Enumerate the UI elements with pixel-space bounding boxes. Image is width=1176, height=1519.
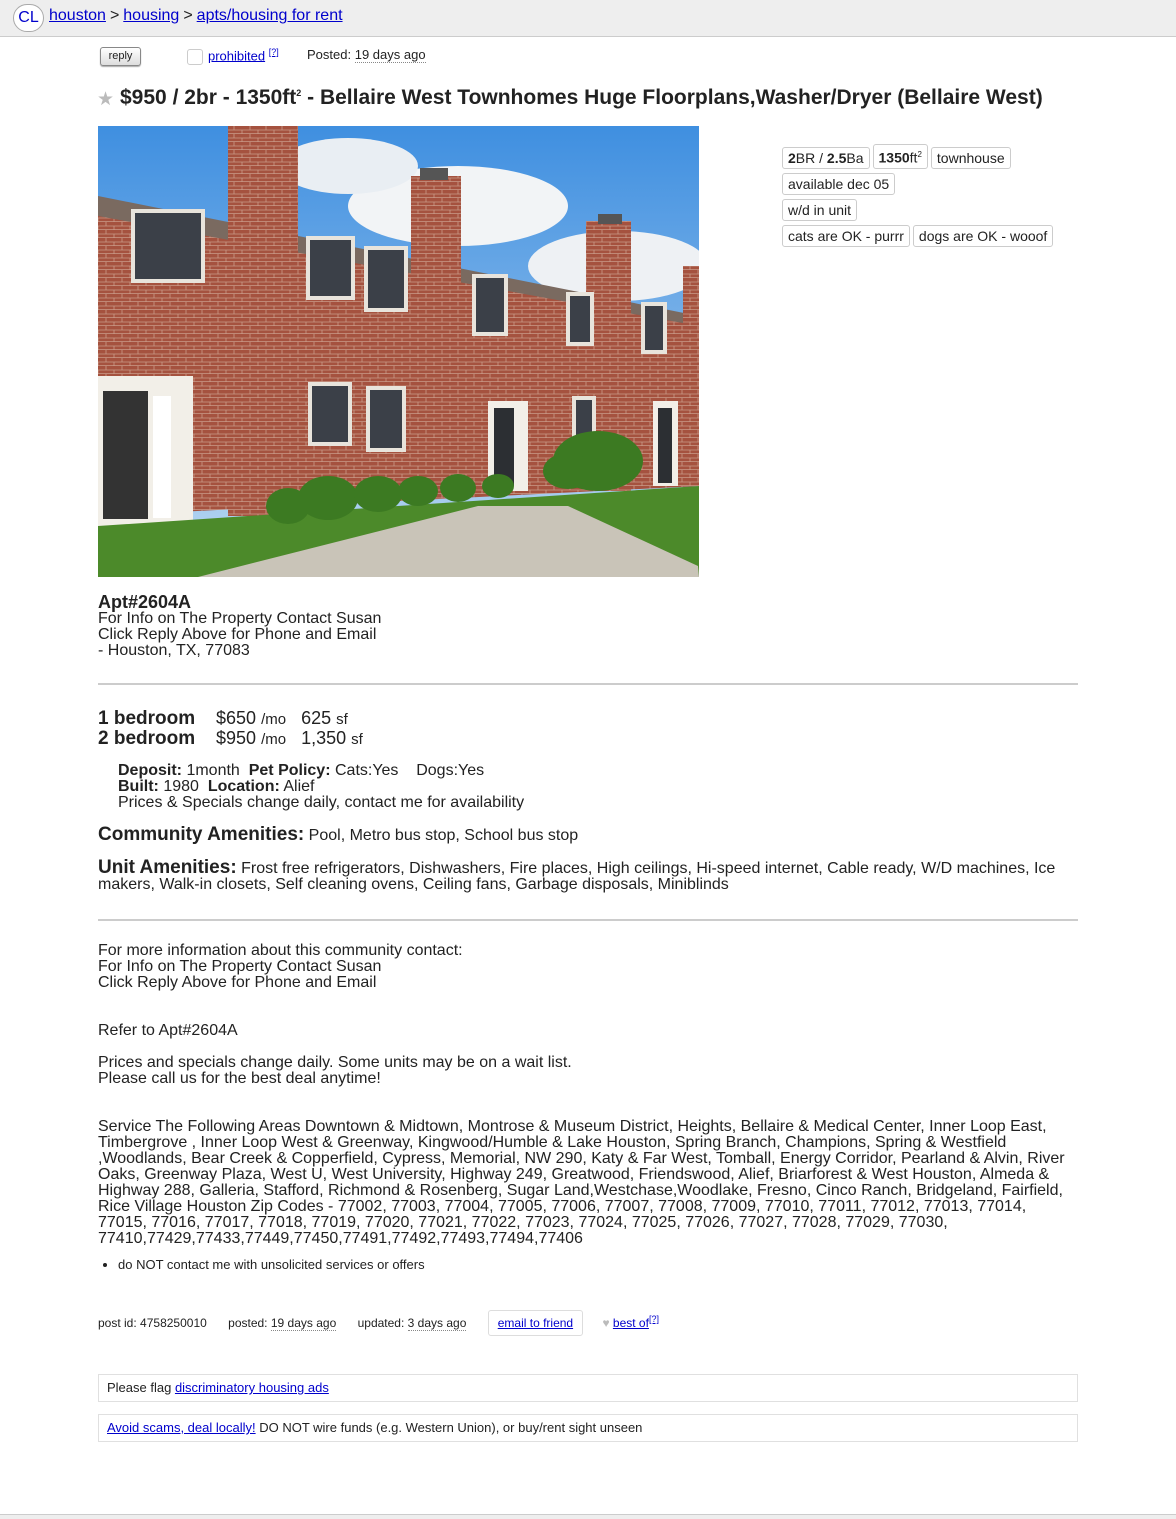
reply-button[interactable]: reply bbox=[100, 47, 141, 66]
address-line: - Houston, TX, 77083 bbox=[98, 642, 250, 659]
posted-date: 19 days ago bbox=[354, 47, 426, 63]
attr-sqft: 1350ft2 bbox=[872, 144, 928, 169]
breadcrumb-separator: > bbox=[109, 7, 120, 24]
attr-group-basic: 2BR / 2.5Ba 1350ft2 townhouse bbox=[782, 144, 1102, 169]
property-details: Deposit: 1month Pet Policy: Cats:Yes Dog… bbox=[118, 762, 525, 811]
address-line: For Info on The Property Contact Susan bbox=[98, 610, 382, 627]
heart-icon[interactable]: ♥ bbox=[602, 1316, 609, 1330]
posting-body: Apt#2604A For Info on The Property Conta… bbox=[98, 593, 1078, 1336]
breadcrumb-houston[interactable]: houston bbox=[49, 7, 106, 24]
attr-housing-type: townhouse bbox=[930, 146, 1011, 169]
posted-footer: posted: 19 days ago bbox=[228, 1316, 337, 1331]
best-of-flag: ♥ best of[?] bbox=[602, 1314, 659, 1330]
prohibited-link[interactable]: prohibited bbox=[208, 48, 265, 63]
attr-group-laundry: w/d in unit bbox=[782, 198, 1102, 221]
attr-group-availability: available dec 05 bbox=[782, 172, 1102, 195]
address-heading: Apt#2604A bbox=[98, 592, 192, 612]
listing-photo[interactable] bbox=[98, 126, 699, 577]
best-of-link[interactable]: best of bbox=[613, 1316, 649, 1330]
post-id: post id: 4758250010 bbox=[98, 1316, 207, 1330]
breadcrumb: houston > housing > apts/housing for rent bbox=[49, 7, 343, 25]
attr-bed-bath: 2BR / 2.5Ba bbox=[782, 146, 870, 169]
flag-discriminatory-notice: Please flag discriminatory housing ads bbox=[98, 1374, 1078, 1402]
updated-footer: updated: 3 days ago bbox=[357, 1316, 467, 1331]
address-block: Apt#2604A For Info on The Property Conta… bbox=[98, 593, 1078, 659]
bottom-bar bbox=[0, 1514, 1176, 1519]
postinginfos: post id: 4758250010 posted: 19 days ago … bbox=[98, 1310, 1078, 1336]
craigslist-logo-link[interactable]: CL bbox=[13, 4, 44, 32]
contact-info: For more information about this communit… bbox=[98, 943, 1078, 1247]
attributes-panel: 2BR / 2.5Ba 1350ft2 townhouse available de… bbox=[782, 144, 1102, 251]
unit-row-1br: 1 bedroom $650 /mo 625 sf bbox=[98, 708, 348, 729]
avoid-scams-link[interactable]: Avoid scams, deal locally! bbox=[107, 1420, 256, 1435]
attr-dogs: dogs are OK - wooof bbox=[912, 224, 1054, 247]
best-of-help-link[interactable]: [?] bbox=[649, 1314, 659, 1324]
address-line: Click Reply Above for Phone and Email bbox=[98, 626, 377, 643]
breadcrumb-apts-housing[interactable]: apts/housing for rent bbox=[197, 7, 343, 24]
email-to-friend-button[interactable]: email to friend bbox=[487, 1310, 584, 1336]
discriminatory-ads-link[interactable]: discriminatory housing ads bbox=[175, 1380, 329, 1395]
prohibited-flag: prohibited [?] bbox=[208, 47, 279, 63]
title-housing: / 2br - 1350ft bbox=[172, 86, 297, 109]
flag-prohibited-checkbox[interactable] bbox=[187, 49, 203, 65]
notices-list: do NOT contact me with unsolicited servi… bbox=[98, 1257, 1078, 1272]
posting-title: $950 / 2br - 1350ft2 - Bellaire West Tow… bbox=[120, 86, 1043, 110]
unit-row-2br: 2 bedroom $950 /mo 1,350 sf bbox=[98, 728, 363, 749]
title-price: $950 bbox=[120, 86, 167, 109]
attr-available: available dec 05 bbox=[782, 172, 896, 195]
service-areas: Service The Following Areas Downtown & M… bbox=[98, 1118, 1065, 1247]
favorite-star-icon[interactable]: ★ bbox=[97, 88, 114, 111]
posted-info: Posted: 19 days ago bbox=[307, 47, 426, 63]
notice-item: do NOT contact me with unsolicited servi… bbox=[118, 1257, 1078, 1272]
breadcrumb-housing[interactable]: housing bbox=[123, 7, 179, 24]
attr-group-pets: cats are OK - purrr dogs are OK - wooof bbox=[782, 224, 1102, 247]
community-amenities: Community Amenities: Pool, Metro bus sto… bbox=[98, 824, 579, 845]
attr-laundry: w/d in unit bbox=[782, 198, 858, 221]
breadcrumb-separator: > bbox=[183, 7, 193, 24]
attr-cats: cats are OK - purrr bbox=[782, 224, 910, 247]
top-bar: CL houston > housing > apts/housing for rent bbox=[0, 0, 1176, 37]
unit-amenities: Unit Amenities: Frost free refrigerators… bbox=[98, 857, 1056, 893]
prohibited-help-link[interactable]: [?] bbox=[269, 47, 279, 57]
posted-label: Posted: bbox=[307, 47, 352, 62]
title-neighborhood: (Bellaire West) bbox=[891, 86, 1043, 109]
title-text: - Bellaire West Townhomes Huge Floorplan… bbox=[301, 86, 892, 109]
scam-warning: Avoid scams, deal locally! DO NOT wire f… bbox=[98, 1414, 1078, 1442]
